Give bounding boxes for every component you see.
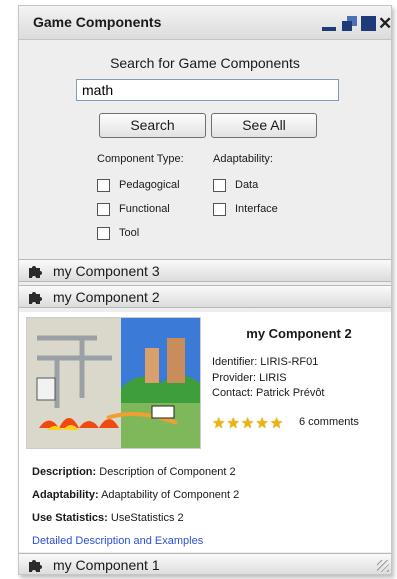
use-statistics-label: Use Statistics: (32, 512, 108, 524)
rating-stars[interactable]: ★★★★★ (212, 415, 284, 431)
search-input[interactable] (76, 79, 339, 101)
adaptability-line: Adaptability: Adaptability of Component … (32, 489, 239, 501)
description-value: Description of Component 2 (96, 466, 236, 478)
resize-grip-icon[interactable] (377, 560, 389, 572)
star-icon[interactable]: ★ (255, 416, 268, 431)
window-titlebar[interactable]: Game Components ✕ (19, 6, 391, 40)
component-title: my Component 2 (246, 326, 352, 341)
component-details: my Component 2 Identifier: LIRIS-RF01 Pr… (19, 312, 391, 552)
component-item-2[interactable]: my Component 2 (19, 285, 391, 308)
use-statistics-value: UseStatistics 2 (107, 512, 184, 524)
puzzle-icon (29, 560, 42, 572)
see-all-button[interactable]: See All (211, 113, 317, 138)
star-icon[interactable]: ★ (226, 416, 239, 431)
filter-label: Tool (119, 227, 140, 239)
component-label: my Component 1 (53, 557, 160, 573)
adaptability-label: Adaptability: (32, 489, 99, 501)
checkbox[interactable] (97, 227, 110, 240)
description-label: Description: (32, 466, 97, 478)
component-label: my Component 3 (53, 263, 160, 279)
puzzle-icon (29, 292, 42, 304)
filter-label: Pedagogical (119, 179, 180, 191)
star-icon[interactable]: ★ (241, 416, 254, 431)
filter-label: Data (235, 179, 259, 191)
component-identifier: Identifier: LIRIS-RF01 (212, 356, 319, 368)
comments-link[interactable]: 6 comments (299, 416, 359, 428)
search-heading: Search for Game Components (110, 55, 300, 71)
maximize-button[interactable] (360, 15, 377, 32)
search-button[interactable]: Search (99, 113, 206, 138)
close-icon[interactable]: ✕ (378, 15, 391, 32)
restore-button[interactable] (341, 15, 358, 32)
puzzle-icon (29, 266, 42, 278)
adaptability-heading: Adaptability: (213, 153, 273, 165)
filter-label: Functional (119, 203, 170, 215)
adaptability-value: Adaptability of Component 2 (98, 489, 240, 501)
checkbox[interactable] (97, 179, 110, 192)
description-line: Description: Description of Component 2 (32, 466, 236, 478)
game-components-panel: Game Components ✕ Search for Game Compon… (18, 5, 392, 575)
star-icon[interactable]: ★ (212, 416, 225, 431)
filter-label: Interface (235, 203, 278, 215)
use-statistics-line: Use Statistics: UseStatistics 2 (32, 512, 184, 524)
star-icon[interactable]: ★ (270, 416, 283, 431)
checkbox[interactable] (213, 179, 226, 192)
checkbox[interactable] (213, 203, 226, 216)
component-label: my Component 2 (53, 289, 160, 305)
component-provider: Provider: LIRIS (212, 372, 287, 384)
checkbox[interactable] (97, 203, 110, 216)
minimize-button[interactable] (321, 15, 338, 32)
component-contact: Contact: Patrick Prévôt (212, 387, 325, 399)
window-title: Game Components (33, 14, 162, 30)
detailed-description-link[interactable]: Detailed Description and Examples (32, 535, 203, 547)
component-item-3[interactable]: my Component 3 (19, 259, 391, 282)
component-item-1[interactable]: my Component 1 (19, 553, 391, 574)
component-type-heading: Component Type: (97, 153, 184, 165)
component-thumbnail (26, 317, 201, 449)
